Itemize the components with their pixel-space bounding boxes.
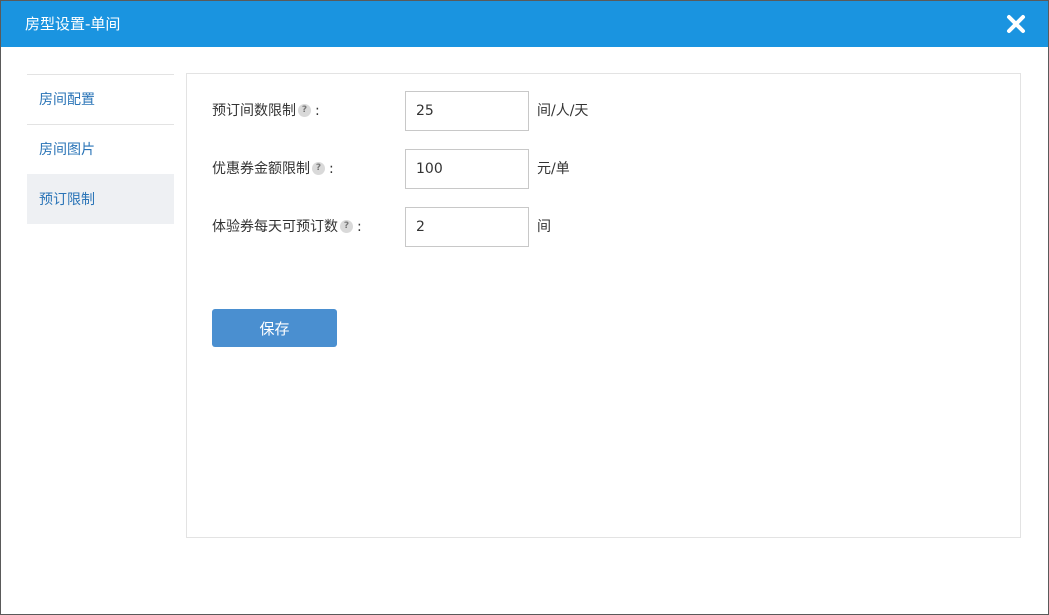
coupon-amount-label: 优惠券金额限制?: bbox=[212, 161, 334, 177]
save-button[interactable]: 保存 bbox=[212, 309, 337, 347]
close-icon bbox=[1007, 15, 1025, 33]
booking-count-label: 预订间数限制?: bbox=[212, 103, 320, 119]
dialog-title: 房型设置-单间 bbox=[25, 15, 121, 33]
help-icon[interactable]: ? bbox=[298, 103, 311, 117]
room-type-settings-dialog: 房型设置-单间 房间配置 房间图片 预订限制 预订间数限制?: 间/人/天 优惠… bbox=[0, 0, 1049, 615]
close-button[interactable] bbox=[1004, 12, 1028, 36]
help-icon[interactable]: ? bbox=[312, 161, 325, 175]
sidebar-item-room-images[interactable]: 房间图片 bbox=[27, 124, 174, 174]
sidebar-item-room-config[interactable]: 房间配置 bbox=[27, 74, 174, 124]
sidebar-item-label: 预订限制 bbox=[39, 192, 95, 208]
sidebar: 房间配置 房间图片 预订限制 bbox=[27, 74, 174, 224]
sidebar-item-booking-limits[interactable]: 预订限制 bbox=[27, 174, 174, 224]
sidebar-item-label: 房间配置 bbox=[39, 92, 95, 108]
booking-count-unit: 间/人/天 bbox=[537, 103, 589, 119]
voucher-daily-input[interactable] bbox=[405, 207, 529, 247]
booking-count-input[interactable] bbox=[405, 91, 529, 131]
sidebar-item-label: 房间图片 bbox=[39, 142, 95, 158]
booking-limits-panel: 预订间数限制?: 间/人/天 优惠券金额限制?: 元/单 体验券每天可预订数?:… bbox=[186, 73, 1021, 538]
coupon-amount-unit: 元/单 bbox=[537, 161, 570, 177]
voucher-daily-unit: 间 bbox=[537, 219, 551, 235]
dialog-titlebar: 房型设置-单间 bbox=[1, 1, 1048, 47]
voucher-daily-label: 体验券每天可预订数?: bbox=[212, 219, 362, 235]
coupon-amount-input[interactable] bbox=[405, 149, 529, 189]
help-icon[interactable]: ? bbox=[340, 219, 353, 233]
